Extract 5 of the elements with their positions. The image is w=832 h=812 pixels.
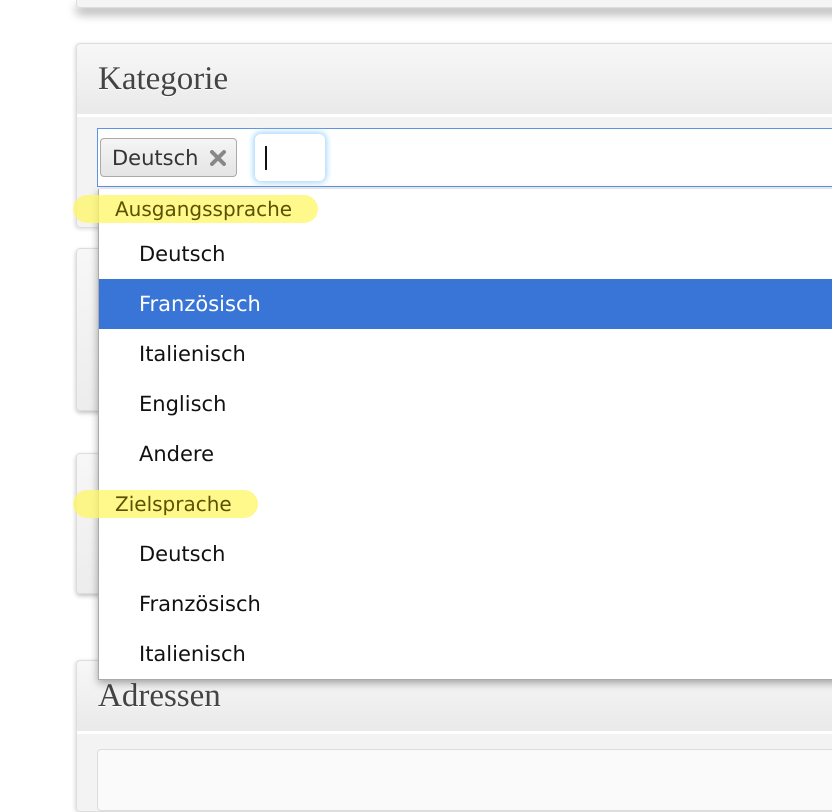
panel-title: Adressen — [98, 678, 221, 714]
tag-label: Deutsch — [112, 146, 198, 170]
panel-title: Kategorie — [98, 60, 228, 98]
group-label: Ausgangssprache — [73, 195, 318, 224]
group-label: Zielsprache — [73, 490, 258, 518]
